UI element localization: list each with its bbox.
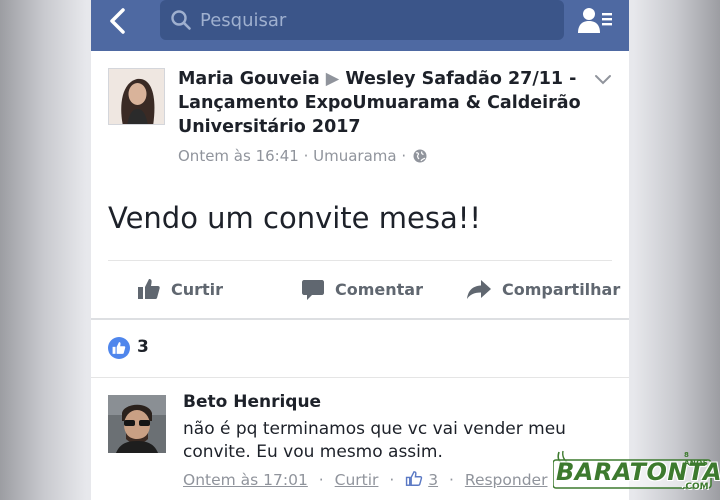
commenter-name[interactable]: Beto Henrique <box>183 392 321 412</box>
friend-requests-button[interactable] <box>577 5 617 37</box>
like-reaction-icon[interactable] <box>108 337 130 359</box>
globe-icon <box>413 149 427 167</box>
share-arrow-icon <box>467 280 491 299</box>
comment-bubble-icon <box>302 280 324 300</box>
back-button[interactable] <box>103 6 143 40</box>
chevron-down-icon <box>595 75 611 85</box>
commenter-avatar[interactable] <box>108 395 166 453</box>
chevron-left-icon <box>110 8 125 34</box>
meta-separator: · <box>449 471 454 489</box>
reaction-count[interactable]: 3 <box>137 337 149 357</box>
comment-thumbs-up-icon <box>405 471 428 489</box>
reactions-summary: 3 <box>91 320 629 377</box>
share-button[interactable]: Compartilhar <box>466 269 620 309</box>
post-author-name[interactable]: Maria Gouveia <box>178 69 320 89</box>
share-label: Compartilhar <box>502 279 621 299</box>
comment-like-link[interactable]: Curtir <box>335 471 379 489</box>
meta-separator: · <box>401 147 411 165</box>
author-avatar[interactable] <box>108 68 165 125</box>
post-options-chevron[interactable] <box>594 71 612 90</box>
thumbs-up-icon <box>138 279 160 299</box>
like-label: Curtir <box>171 279 224 299</box>
watermark-years: 8 ANOS <box>684 451 709 467</box>
search-input[interactable]: Pesquisar <box>160 0 564 40</box>
comment-timestamp[interactable]: Ontem às 17:01 <box>183 471 308 489</box>
like-button[interactable]: Curtir <box>137 269 223 309</box>
post-timestamp[interactable]: Ontem às 16:41 <box>178 147 299 165</box>
post-meta: Ontem às 16:41 · Umuarama · <box>178 147 427 167</box>
comment-item: Beto Henrique não é pq terminamos que vc… <box>91 378 629 500</box>
friend-requests-icon <box>578 8 612 33</box>
comment-label: Comentar <box>335 279 423 299</box>
post-card: Maria Gouveia ▶ Wesley Safadão 27/11 - L… <box>91 51 629 318</box>
facebook-app-screen: Pesquisar Maria Gouveia ▶ Wesley Safadão… <box>91 0 629 500</box>
comment-like-count[interactable]: 3 <box>428 471 438 489</box>
meta-separator: · <box>389 471 395 489</box>
comment-reply-link[interactable]: Responder <box>465 471 548 489</box>
divider <box>108 260 612 261</box>
comment-button[interactable]: Comentar <box>301 269 423 309</box>
post-body-text: Vendo um convite mesa!! <box>108 201 481 235</box>
watermark-domain: .COM <box>682 482 709 492</box>
post-actions-bar: Curtir Comentar Compartilhar <box>91 269 629 309</box>
search-placeholder: Pesquisar <box>200 10 287 31</box>
shared-to-arrow-icon: ▶ <box>325 69 340 89</box>
top-navigation-bar: Pesquisar <box>91 0 629 51</box>
comment-meta: Ontem às 17:01 · Curtir · 3 · Responder <box>183 470 547 489</box>
meta-separator: · <box>303 147 314 165</box>
site-watermark-logo: BARATONTA 8 ANOS .COM <box>552 448 720 494</box>
meta-separator: · <box>318 471 324 489</box>
comment-text: não é pq terminamos que vc vai vender me… <box>183 419 566 462</box>
search-icon <box>170 9 192 35</box>
post-location[interactable]: Umuarama <box>313 147 396 165</box>
post-header: Maria Gouveia ▶ Wesley Safadão 27/11 - L… <box>178 67 598 139</box>
